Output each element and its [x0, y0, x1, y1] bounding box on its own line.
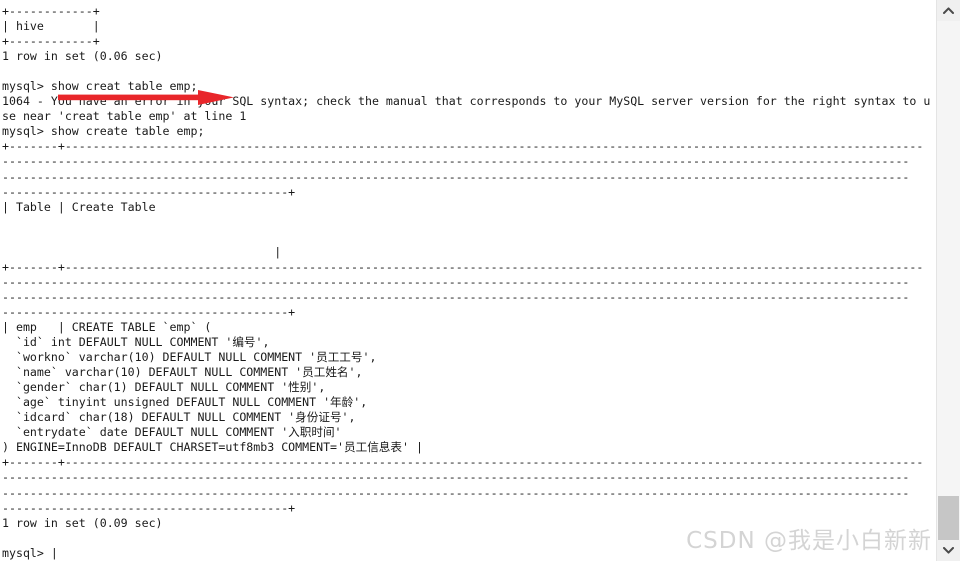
terminal-console[interactable]: +------------+ | hive | +------------+ 1 ro… [0, 0, 936, 561]
console-line: `idcard` char(18) DEFAULT NULL COMMENT '… [2, 410, 356, 425]
vertical-scrollbar[interactable] [936, 0, 960, 561]
console-line: ----------------------------------------… [2, 470, 910, 485]
console-line: +------------+ [2, 4, 100, 18]
console-line: +-------+-------------------------------… [2, 455, 924, 470]
csdn-watermark: CSDN @我是小白新新 [686, 528, 932, 554]
console-line: | hive | [2, 19, 100, 34]
console-line: ----------------------------------------… [2, 169, 910, 184]
scroll-up-button[interactable] [937, 0, 960, 21]
scrollbar-track[interactable] [937, 21, 960, 560]
console-line: `name` varchar(10) DEFAULT NULL COMMENT … [2, 365, 363, 380]
screenshot-root: +------------+ | hive | +------------+ 1 ro… [0, 0, 960, 561]
console-line: `gender` char(1) DEFAULT NULL COMMENT '性… [2, 380, 326, 395]
console-line: +-------+-------------------------------… [2, 139, 924, 154]
console-output: +------------+ | hive | +------------+ 1 ro… [2, 4, 936, 561]
console-line: `id` int DEFAULT NULL COMMENT '编号', [2, 335, 270, 350]
console-line: mysql> show create table emp; [2, 124, 205, 139]
console-line: se near 'creat table emp' at line 1 [2, 109, 247, 124]
console-line: ----------------------------------------… [2, 274, 910, 289]
console-line: `entrydate` date DEFAULT NULL COMMENT '入… [2, 425, 342, 440]
console-line: ----------------------------------------… [2, 184, 296, 199]
scroll-down-button[interactable] [937, 540, 960, 561]
console-line: ----------------------------------------… [2, 485, 910, 500]
console-line: `age` tinyint unsigned DEFAULT NULL COMM… [2, 395, 368, 410]
console-line: ----------------------------------------… [2, 289, 910, 304]
console-line: mysql> show creat table emp; [2, 79, 198, 94]
console-line: 1064 - You have an error in your SQL syn… [2, 94, 931, 109]
console-line: | [2, 244, 282, 259]
console-line: `workno` varchar(10) DEFAULT NULL COMMEN… [2, 350, 377, 365]
console-line: +-------+-------------------------------… [2, 259, 924, 274]
console-line: +------------+ [2, 34, 100, 49]
console-line: | emp | CREATE TABLE `emp` ( [2, 319, 212, 334]
console-line: ) ENGINE=InnoDB DEFAULT CHARSET=utf8mb3 … [2, 440, 423, 455]
console-line: 1 row in set (0.06 sec) [2, 49, 163, 64]
console-line: ----------------------------------------… [2, 500, 296, 515]
console-line: ----------------------------------------… [2, 154, 910, 169]
chevron-down-icon [943, 547, 954, 554]
console-line: ----------------------------------------… [2, 304, 296, 319]
chevron-up-icon [943, 7, 954, 14]
console-line: | Table | Create Table [2, 199, 156, 214]
